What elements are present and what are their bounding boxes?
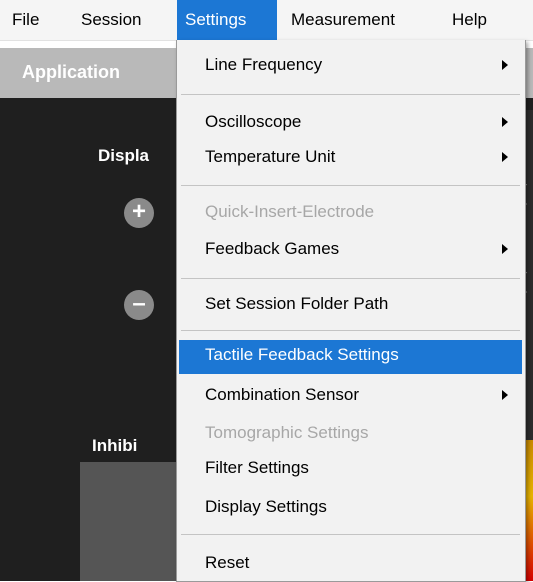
menu-item-label: Reset: [205, 553, 250, 572]
submenu-arrow-icon: [502, 117, 508, 127]
menu-item-combination-sensor[interactable]: Combination Sensor: [179, 380, 522, 412]
menu-item-oscilloscope[interactable]: Oscilloscope: [179, 107, 522, 139]
menu-item-label: Tomographic Settings: [205, 423, 369, 442]
zoom-in-button[interactable]: +: [124, 198, 154, 228]
menu-item-feedback-games[interactable]: Feedback Games: [179, 234, 522, 266]
menu-help[interactable]: Help: [444, 0, 495, 40]
menu-item-label: Feedback Games: [205, 239, 340, 258]
menu-item-label: Set Session Folder Path: [205, 294, 389, 313]
zoom-out-button[interactable]: –: [124, 290, 154, 320]
menu-item-display-settings[interactable]: Display Settings: [179, 492, 522, 524]
menu-item-line-frequency[interactable]: Line Frequency: [179, 50, 522, 82]
menu-item-label: Filter Settings: [205, 458, 309, 477]
menu-separator: [181, 330, 520, 331]
menu-item-reset[interactable]: Reset: [179, 548, 522, 580]
submenu-arrow-icon: [502, 390, 508, 400]
menu-item-temperature-unit[interactable]: Temperature Unit: [179, 142, 522, 174]
menu-item-tomographic-settings: Tomographic Settings: [179, 418, 522, 450]
menu-item-tactile-feedback-settings[interactable]: Tactile Feedback Settings: [179, 340, 522, 374]
menu-separator: [181, 185, 520, 186]
menu-settings[interactable]: Settings: [177, 0, 277, 40]
menu-bar: File Session Settings Measurement Help: [0, 0, 533, 41]
menu-item-label: Oscilloscope: [205, 112, 302, 131]
submenu-arrow-icon: [502, 152, 508, 162]
menu-separator: [181, 94, 520, 95]
menu-session[interactable]: Session: [73, 0, 149, 40]
menu-item-label: Tactile Feedback Settings: [205, 345, 399, 364]
menu-item-quick-insert-electrode: Quick-Insert-Electrode: [179, 197, 522, 229]
settings-dropdown-menu: Line Frequency Oscilloscope Temperature …: [176, 40, 526, 582]
menu-item-label: Quick-Insert-Electrode: [205, 202, 375, 221]
menu-measurement[interactable]: Measurement: [283, 0, 403, 40]
menu-separator: [181, 534, 520, 535]
menu-item-label: Combination Sensor: [205, 385, 360, 404]
menu-item-filter-settings[interactable]: Filter Settings: [179, 453, 522, 485]
display-label: Displa: [98, 146, 150, 165]
menu-item-label: Temperature Unit: [205, 147, 336, 166]
menu-separator: [181, 278, 520, 279]
menu-file[interactable]: File: [4, 0, 47, 40]
submenu-arrow-icon: [502, 244, 508, 254]
inhibit-label: Inhibi: [92, 436, 138, 455]
submenu-arrow-icon: [502, 60, 508, 70]
application-header-label: Application: [22, 62, 120, 82]
menu-item-set-session-folder-path[interactable]: Set Session Folder Path: [179, 289, 522, 321]
menu-item-label: Display Settings: [205, 497, 327, 516]
menu-item-label: Line Frequency: [205, 55, 323, 74]
inhibit-panel: [80, 462, 176, 581]
